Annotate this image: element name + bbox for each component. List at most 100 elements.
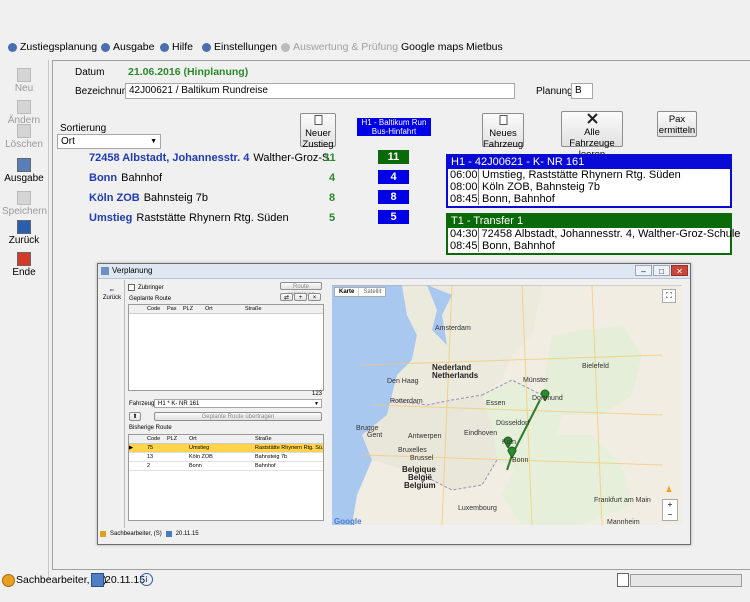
stop-row[interactable]: Köln ZOB Bahnsteig 7b [89, 192, 208, 204]
menu-mietbus[interactable]: Mietbus [466, 41, 503, 53]
toolbar-neu-button[interactable]: Neu [2, 68, 46, 94]
toolbar-ende-button[interactable]: Ende [2, 252, 46, 278]
vehicle-stop-row[interactable]: 08:45 Bonn, Bahnhof [448, 193, 730, 205]
map-label: Rotterdam [390, 398, 423, 405]
grid-column-header[interactable]: Pax [167, 305, 183, 313]
toolbar-zurück-button[interactable]: Zurück [2, 220, 46, 246]
zoom-controls: + − [662, 499, 678, 521]
grid-column-header[interactable]: PLZ [167, 435, 189, 443]
grid-row[interactable]: 13 Köln ZOB Bahnsteig 7b [129, 453, 323, 462]
stop-row[interactable]: 72458 Albstadt, Johannesstr. 4 Walther-Gr… [89, 152, 329, 164]
grid-column-header[interactable]: Straße [245, 305, 323, 313]
stop-name[interactable]: 72458 Albstadt, Johannesstr. 4 [89, 152, 249, 164]
vehicle-assignment-pill[interactable]: 4 [378, 170, 409, 184]
grid-column-header[interactable]: Code [147, 305, 167, 313]
zoom-in-icon[interactable]: + [663, 500, 677, 510]
delete-icon [17, 124, 31, 138]
menu-hilfe[interactable]: Hilfe [160, 41, 193, 53]
vehicle-assignment-pill[interactable]: 11 [378, 150, 409, 164]
vehicle-assignment-pill[interactable]: 5 [378, 210, 409, 224]
grid-column-header[interactable] [129, 305, 147, 313]
toolbar-speichern-button[interactable]: Speichern [2, 191, 47, 217]
map-tab-karte[interactable]: Karte [335, 288, 358, 296]
planung-field[interactable]: B [571, 83, 593, 99]
grid-column-header[interactable] [129, 435, 147, 443]
vehicle-panel[interactable]: T1 - Transfer 1 04:30 72458 Albstadt, Joha… [446, 213, 740, 255]
route-optimieren-button[interactable]: Route optimieren [280, 282, 322, 298]
pax-ermitteln-button[interactable]: Pax ermitteln [657, 111, 697, 137]
pegman-icon[interactable]: ♟ [664, 485, 674, 495]
new-document-icon [314, 115, 322, 125]
toolbar-löschen-button[interactable]: Löschen [2, 124, 46, 150]
stop-count: 11 [324, 152, 336, 164]
menu-einstellungen[interactable]: Einstellungen [202, 41, 277, 53]
stop-row[interactable]: Umstieg Raststätte Rhynern Rtg. Süden [89, 212, 289, 224]
map-label: Antwerpen [408, 433, 442, 440]
sortierung-select[interactable]: Ort ▼ [57, 134, 161, 149]
divider [124, 280, 125, 528]
bisherige-route-grid[interactable]: Code PLZ Ort Straße ▶ 75 Umstieg Raststätte Rh… [128, 434, 324, 521]
zubringer-checkbox[interactable]: Zubringer [128, 284, 164, 291]
bus-chip[interactable]: H1 - Baltikum Run Bus-Hinfahrt [357, 118, 431, 136]
map-label: Bruxelles [398, 447, 427, 454]
stop-name[interactable]: Umstieg [89, 212, 132, 224]
inner-title: Verplanung [112, 266, 153, 275]
inner-back-button[interactable]: ⇐ Zurück [100, 283, 124, 301]
menu-label: Ausgabe [113, 41, 155, 53]
route-move-icon[interactable]: ⇄ [280, 293, 293, 301]
stop-name[interactable]: Köln ZOB [89, 192, 140, 204]
grid-column-header[interactable]: Ort [189, 435, 255, 443]
user-icon [2, 574, 15, 587]
geplante-route-grid[interactable]: Code Pax PLZ Ort Straße [128, 304, 324, 391]
vehicle-stop-row[interactable]: 06:00 Umstieg, Raststätte Rhynern Rtg. Sü… [448, 169, 730, 181]
vehicle-stop-row[interactable]: 08:45 Bonn, Bahnhof [448, 240, 730, 252]
vehicle-stop-row[interactable]: 04:30 72458 Albstadt, Johannesstr. 4, Wal… [448, 228, 740, 240]
map-label: Münster [523, 377, 549, 384]
vehicle-assignment-pill[interactable]: 8 [378, 190, 409, 204]
route-uebertragen-button[interactable]: Geplante Route übertragen [154, 412, 322, 421]
toolbar-ändern-button[interactable]: Ändern [2, 100, 46, 126]
menu-zustiegsplanung[interactable]: Zustiegsplanung [8, 41, 97, 53]
stop-name[interactable]: Bonn [89, 172, 117, 184]
info-icon[interactable]: i [140, 573, 153, 586]
fullscreen-icon[interactable]: ⛶ [662, 289, 676, 303]
map-type-tabs: Karte Satellit [334, 287, 387, 297]
grid-row[interactable]: ▶ 75 Umstieg Raststätte Rhynern Rtg. Sü... [129, 444, 323, 453]
vehicle-stop-time: 04:30 [450, 228, 479, 240]
alle-fahrzeuge-leeren-button[interactable]: Alle Fahrzeuge leeren [561, 111, 623, 160]
google-map[interactable]: Karte Satellit ⛶ ♟ + − Nederland Netherla… [332, 285, 682, 525]
menu-ausgabe[interactable]: Ausgabe [101, 41, 154, 53]
neuer-zustieg-button[interactable]: Neuer Zustieg [300, 113, 336, 150]
zubringer-label: Zubringer [138, 284, 164, 291]
minimize-icon[interactable]: – [635, 265, 652, 276]
menu-auswertung-pr-fung[interactable]: Auswertung & Prüfung [281, 41, 398, 53]
grid-column-header[interactable]: Ort [205, 305, 245, 313]
grid-row[interactable]: 2 Bonn Bahnhof [129, 462, 323, 471]
map-tab-satellit[interactable]: Satellit [358, 288, 385, 296]
route-add-icon[interactable]: + [294, 293, 307, 301]
bezeichnung-field[interactable]: 42J00621 / Baltikum Rundreise [125, 83, 515, 99]
grid-column-header[interactable]: PLZ [183, 305, 205, 313]
stop-row[interactable]: Bonn Bahnhof [89, 172, 162, 184]
grid-column-header[interactable]: Code [147, 435, 167, 443]
maximize-icon[interactable]: □ [653, 265, 670, 276]
menu-google-maps[interactable]: Google maps [401, 41, 463, 53]
neues-fahrzeug-button[interactable]: Neues Fahrzeug [482, 113, 524, 150]
vehicle-stop-desc: Bonn, Bahnhof [482, 240, 555, 252]
gear-icon [8, 42, 17, 52]
map-label: Düsseldorf [496, 420, 530, 427]
route-remove-icon[interactable]: × [308, 293, 321, 301]
zoom-out-icon[interactable]: − [663, 510, 677, 520]
map-label: Brussel [410, 455, 434, 462]
stop-detail: Bahnsteig 7b [143, 192, 208, 204]
vehicle-stop-row[interactable]: 08:00 Köln ZOB, Bahnsteig 7b [448, 181, 730, 193]
menu-label: Hilfe [172, 41, 194, 53]
back-arrow-icon [17, 220, 31, 234]
map-label: Gent [367, 432, 383, 439]
grid-column-header[interactable]: Straße [255, 435, 323, 443]
vehicle-panel[interactable]: H1 - 42J00621 - K- NR 161 06:00 Umstieg, R… [446, 154, 732, 208]
close-icon[interactable]: ✕ [671, 265, 688, 276]
fahrzeug-select[interactable]: H1 * K- NR 161 ▼ [154, 399, 322, 408]
toolbar-ausgabe-button[interactable]: Ausgabe [2, 158, 46, 184]
upload-icon[interactable]: ⬆ [129, 412, 141, 421]
